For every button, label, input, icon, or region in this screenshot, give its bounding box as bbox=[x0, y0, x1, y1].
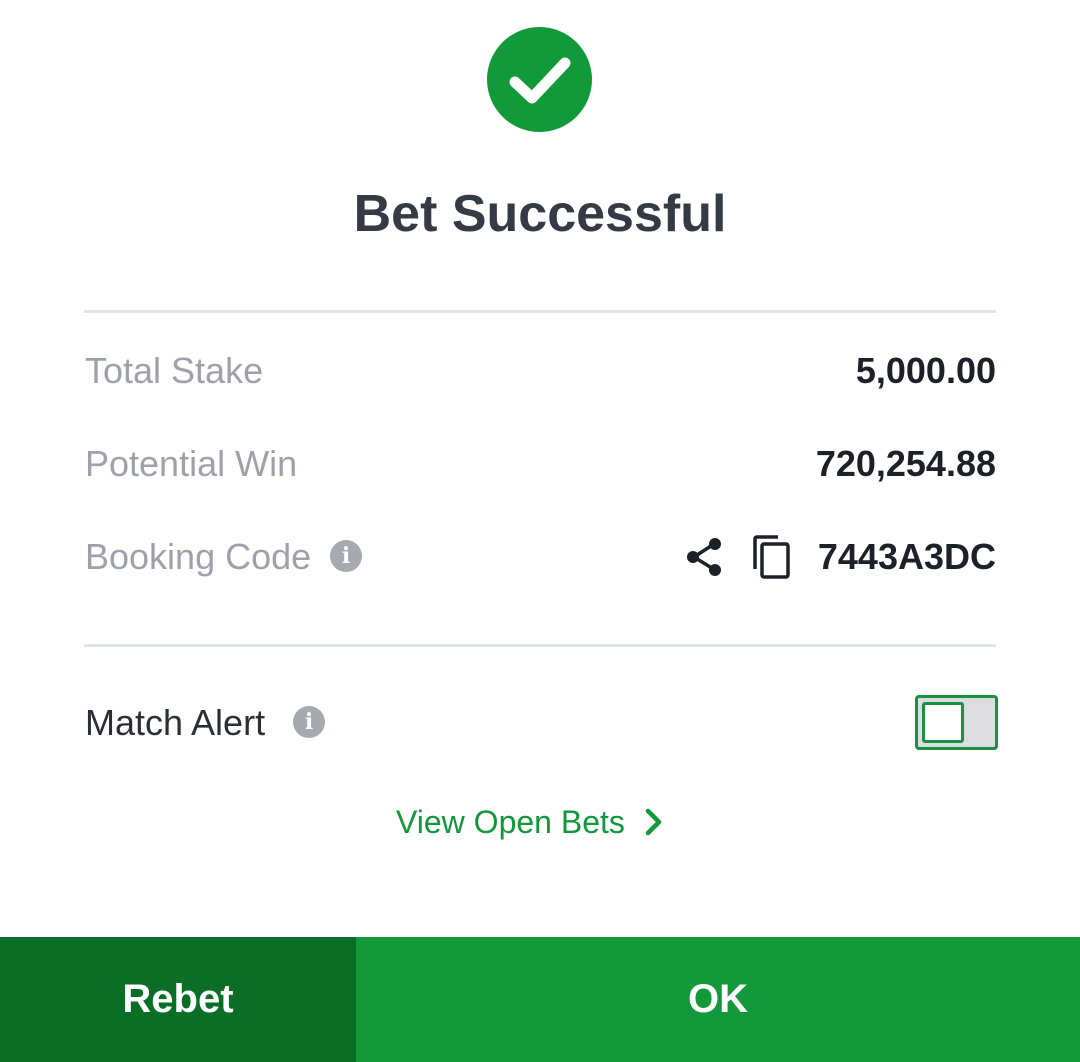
potential-win-label: Potential Win bbox=[85, 443, 298, 484]
view-open-bets-label: View Open Bets bbox=[396, 804, 625, 840]
copy-icon[interactable] bbox=[750, 533, 794, 581]
bet-success-dialog: Bet Successful Total Stake 5,000.00 Pote… bbox=[0, 0, 1080, 1062]
toggle-knob bbox=[922, 702, 964, 743]
booking-code-value[interactable]: 7443A3DC bbox=[818, 535, 996, 579]
booking-code-info-icon[interactable]: i bbox=[330, 540, 362, 572]
ok-button[interactable]: OK bbox=[356, 937, 1080, 1062]
match-alert-label: Match Alert bbox=[85, 702, 266, 743]
chevron-right-icon bbox=[645, 808, 662, 836]
rebet-button[interactable]: Rebet bbox=[0, 937, 356, 1062]
check-circle-icon bbox=[487, 27, 592, 132]
total-stake-value: 5,000.00 bbox=[855, 350, 996, 391]
dialog-title: Bet Successful bbox=[353, 185, 727, 243]
booking-code-label: Booking Code bbox=[85, 536, 312, 577]
share-icon[interactable] bbox=[684, 536, 726, 578]
total-stake-label: Total Stake bbox=[85, 350, 264, 391]
view-open-bets-link[interactable]: View Open Bets bbox=[396, 802, 665, 842]
divider-bottom bbox=[84, 644, 996, 647]
divider-top bbox=[84, 310, 996, 313]
potential-win-value: 720,254.88 bbox=[815, 443, 996, 484]
match-alert-toggle[interactable] bbox=[915, 695, 998, 750]
match-alert-info-icon[interactable]: i bbox=[293, 706, 325, 738]
